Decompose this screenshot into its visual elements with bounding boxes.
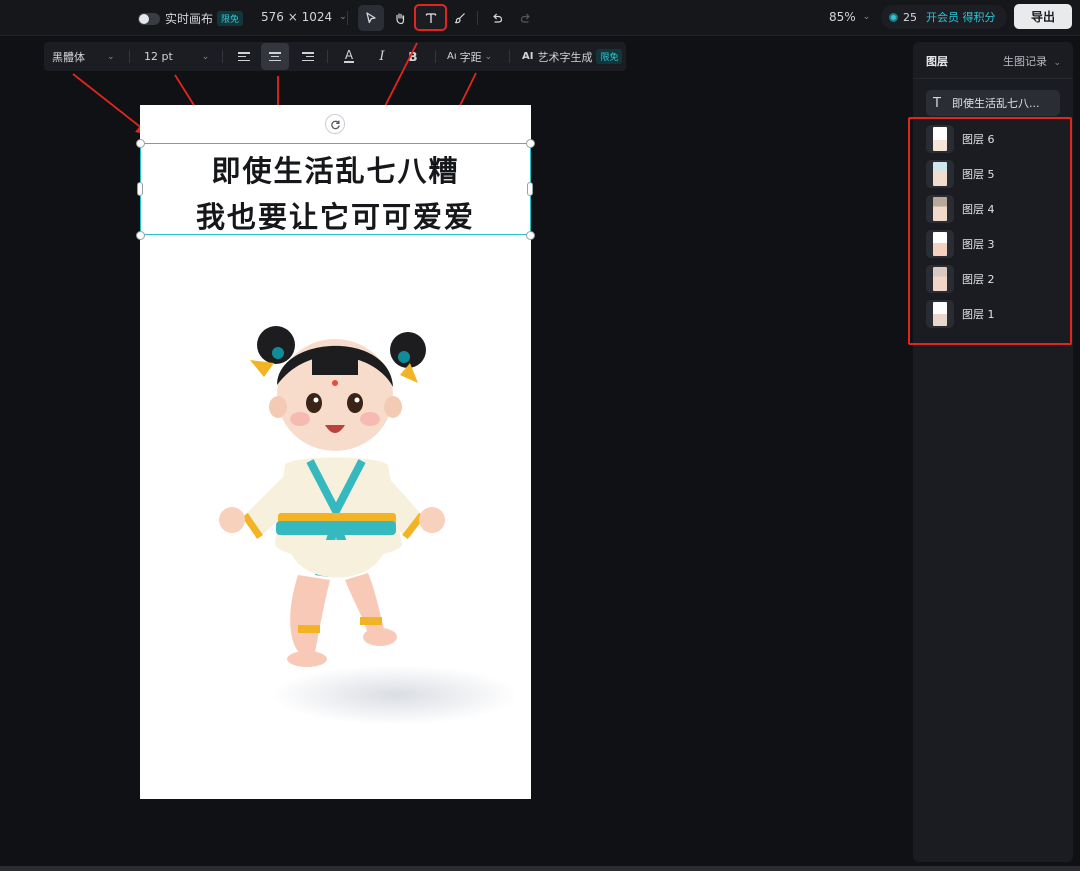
chevron-down-icon: ⌄ (201, 51, 210, 62)
generation-history-select[interactable]: 生图记录 ⌄ (1003, 53, 1061, 69)
text-tool-button[interactable] (414, 4, 447, 31)
resize-handle-top-right[interactable] (525, 138, 535, 148)
arrow (72, 73, 151, 136)
align-center-icon (269, 52, 281, 61)
divider (327, 50, 328, 63)
bottom-scrollbar[interactable] (0, 866, 1080, 871)
text-t-icon (425, 12, 436, 23)
top-bar: 实时画布 限免 576 × 1024 ⌄ 85% ⌄ 25 开会员 得积分 导出 (0, 0, 1080, 36)
divider (477, 11, 478, 25)
zoom-select[interactable]: 85% ⌄ (829, 10, 870, 24)
layer-item-label: 即使生活乱七八... (952, 97, 1040, 110)
chevron-down-icon: ⌄ (339, 12, 347, 22)
align-right-button[interactable] (294, 43, 322, 70)
divider (509, 50, 510, 63)
bold-button[interactable]: B (399, 43, 427, 70)
select-tool-button[interactable] (358, 5, 384, 31)
align-center-button[interactable] (261, 43, 289, 70)
free-badge: 限免 (217, 11, 244, 26)
font-family-value: 黑體体 (52, 50, 85, 64)
art-text-button[interactable]: AI 艺术字生成 限免 (522, 42, 623, 71)
free-badge: 限免 (596, 49, 623, 64)
text-color-icon: A (343, 48, 355, 63)
redo-button[interactable] (513, 5, 539, 31)
bold-icon: B (408, 49, 418, 64)
credits-button[interactable]: 25 开会员 得积分 (881, 5, 1007, 29)
generation-history-label: 生图记录 (1002, 55, 1047, 68)
resize-handle-left[interactable] (137, 182, 143, 196)
rotate-icon (330, 120, 340, 129)
hand-tool-button[interactable] (387, 5, 413, 31)
text-color-button[interactable]: A (335, 43, 363, 70)
undo-icon (493, 13, 503, 23)
live-canvas-toggle[interactable]: 实时画布 限免 (138, 10, 244, 27)
brush-tool-button[interactable] (447, 5, 473, 31)
align-left-button[interactable] (230, 43, 258, 70)
chevron-down-icon: ⌄ (1053, 58, 1061, 68)
canvas-size-value: 576 × 1024 (261, 10, 333, 24)
divider (347, 11, 348, 25)
credits-value: 25 (903, 10, 917, 24)
live-canvas-label: 实时画布 (165, 12, 214, 26)
align-right-icon (302, 52, 314, 61)
align-left-icon (238, 52, 250, 61)
text-toolbar: 黑體体 ⌄ 12 pt ⌄ A I B Aı 字距 ⌄ AI 艺术字生成 限免 (44, 42, 626, 71)
cursor-icon (366, 12, 376, 24)
ai-icon: AI (522, 51, 534, 62)
chevron-down-icon: ⌄ (107, 51, 115, 62)
text-line-1[interactable]: 即使生活乱七八糟 (141, 148, 530, 190)
redo-icon (520, 13, 530, 23)
text-layer-icon: T (933, 95, 941, 111)
italic-button[interactable]: I (368, 43, 396, 70)
font-size-value: 12 pt (144, 50, 173, 63)
baby-character-image[interactable] (190, 315, 470, 685)
layers-panel-title: 图层 (926, 55, 948, 68)
letter-spacing-icon: Aı (447, 51, 457, 62)
divider (129, 50, 130, 63)
resize-handle-bottom-right[interactable] (525, 230, 535, 240)
art-text-label: 艺术字生成 (537, 50, 593, 64)
divider (913, 78, 1073, 79)
brush-icon (454, 13, 465, 24)
letter-spacing-label: 字距 (459, 50, 482, 64)
chevron-down-icon: ⌄ (484, 51, 493, 62)
zoom-value: 85% (829, 10, 856, 24)
divider (435, 50, 436, 63)
export-button[interactable]: 导出 (1014, 4, 1072, 29)
rotate-handle[interactable] (325, 114, 345, 134)
undo-button[interactable] (484, 5, 510, 31)
canvas-size-select[interactable]: 576 × 1024 ⌄ (261, 10, 347, 24)
italic-icon: I (379, 49, 385, 64)
layer-item-text[interactable]: T 即使生活乱七八... (926, 90, 1060, 116)
hand-icon (396, 13, 405, 25)
letter-spacing-select[interactable]: Aı 字距 ⌄ (447, 42, 492, 71)
toggle-switch[interactable] (138, 12, 160, 25)
resize-handle-top-left[interactable] (135, 138, 145, 148)
vip-link[interactable]: 开会员 得积分 (926, 9, 996, 25)
font-size-select[interactable]: 12 pt ⌄ (144, 42, 209, 71)
text-line-2[interactable]: 我也要让它可可爱爱 (141, 194, 530, 236)
divider (222, 50, 223, 63)
chevron-down-icon: ⌄ (862, 12, 871, 22)
resize-handle-right[interactable] (527, 182, 533, 196)
resize-handle-bottom-left[interactable] (135, 230, 145, 240)
credit-coin-icon (889, 12, 898, 22)
highlight-box (908, 117, 1072, 345)
selected-text-box[interactable]: 即使生活乱七八糟 我也要让它可可爱爱 (140, 143, 531, 235)
font-family-select[interactable]: 黑體体 ⌄ (52, 42, 115, 71)
